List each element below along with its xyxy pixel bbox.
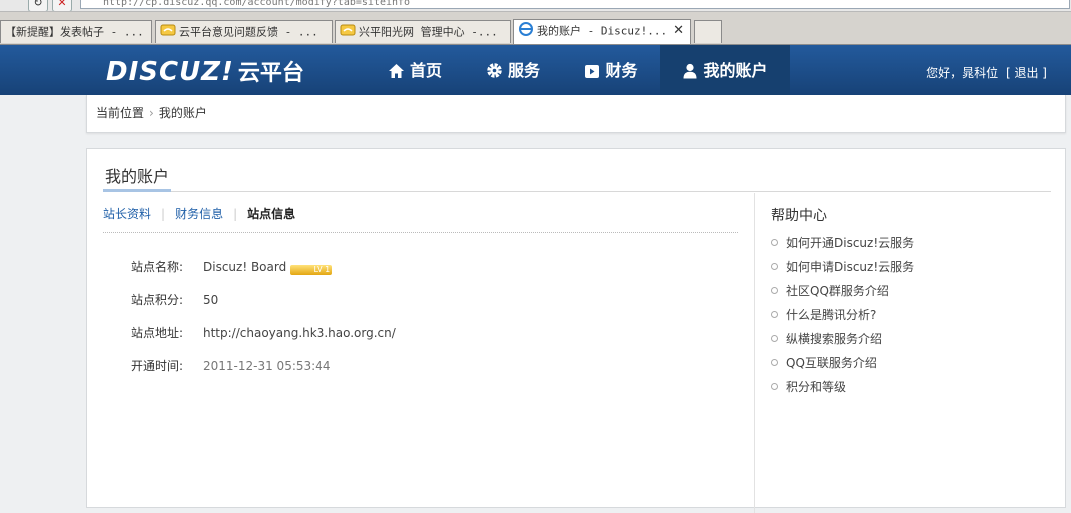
bullet-icon xyxy=(771,263,778,270)
field-label: 站点积分: xyxy=(131,293,184,307)
bullet-icon xyxy=(771,359,778,366)
nav-label: 服务 xyxy=(507,61,540,80)
help-item[interactable]: QQ互联服务介绍 xyxy=(771,351,914,375)
field-value: Discuz! Board xyxy=(203,260,287,274)
bullet-icon xyxy=(771,311,778,318)
nav-label: 首页 xyxy=(409,61,442,80)
help-item-label: QQ互联服务介绍 xyxy=(786,356,877,370)
help-item-label: 如何开通Discuz!云服务 xyxy=(786,236,915,250)
bullet-icon xyxy=(771,239,778,246)
help-item[interactable]: 社区QQ群服务介绍 xyxy=(771,279,914,303)
home-icon xyxy=(388,64,404,78)
field-site-name: 站点名称: Discuz! Board LV 1 xyxy=(131,258,333,275)
browser-tab-2[interactable]: 云平台意见问题反馈 - ... xyxy=(155,20,333,43)
new-tab-button[interactable] xyxy=(694,20,722,43)
favicon-icon xyxy=(340,22,356,44)
address-bar-area: ↻ ✕ http://cp.discuz.qq.com/account/modi… xyxy=(0,0,1071,12)
greeting-text: 您好，晁科位 xyxy=(926,66,999,80)
site-header: DISCUZ! 云平台 首页 服务 财务 我的账户 您好，晁科位 [ 退出 ] xyxy=(0,45,1071,95)
help-title: 帮助中心 xyxy=(771,208,827,224)
help-item-label: 纵横搜索服务介绍 xyxy=(786,332,883,346)
logo-cn: 云平台 xyxy=(237,61,304,86)
site-logo[interactable]: DISCUZ! 云平台 xyxy=(106,55,304,87)
browser-tab-strip: 【新提醒】发表帖子 - ... 云平台意见问题反馈 - ... 兴平阳光网 管理… xyxy=(0,12,1071,45)
favicon-icon xyxy=(160,22,176,44)
bullet-icon xyxy=(771,383,778,390)
logo-text: DISCUZ! xyxy=(106,57,234,87)
subtab-profile[interactable]: 站长资料 xyxy=(103,207,151,221)
field-open-time: 开通时间: 2011-12-31 05:53:44 xyxy=(131,357,330,374)
browser-tab-label: 云平台意见问题反馈 - ... xyxy=(179,25,318,39)
field-label: 开通时间: xyxy=(131,359,184,373)
help-item[interactable]: 积分和等级 xyxy=(771,375,914,399)
nav-label: 财务 xyxy=(605,61,638,80)
account-subtabs: 站长资料 | 财务信息 | 站点信息 xyxy=(103,205,295,222)
field-site-url: 站点地址: http://chaoyang.hk3.hao.org.cn/ xyxy=(131,324,396,341)
browser-tab-label: 【新提醒】发表帖子 - ... xyxy=(5,25,144,39)
refresh-icon[interactable]: ↻ xyxy=(28,0,48,11)
nav-services[interactable]: 服务 xyxy=(464,45,562,95)
gear-icon xyxy=(487,63,502,78)
main-panel: 我的账户 站长资料 | 财务信息 | 站点信息 站点名称: Discuz! Board LV… xyxy=(86,148,1066,513)
help-item[interactable]: 如何开通Discuz!云服务 xyxy=(771,231,914,255)
level-badge: LV 1 xyxy=(290,265,333,275)
page-title: 我的账户 xyxy=(105,167,170,186)
breadcrumb-separator: › xyxy=(149,106,154,120)
nav-home[interactable]: 首页 xyxy=(366,45,464,95)
subtab-finance[interactable]: 财务信息 xyxy=(175,207,223,221)
content-divider xyxy=(103,232,738,233)
browser-tab-3[interactable]: 兴平阳光网 管理中心 -... xyxy=(335,20,511,43)
logout-link[interactable]: [ 退出 ] xyxy=(1006,66,1047,80)
title-divider xyxy=(103,191,1051,192)
subtab-site-info[interactable]: 站点信息 xyxy=(247,207,295,221)
field-site-credits: 站点积分: 50 xyxy=(131,291,218,308)
help-item-label: 什么是腾讯分析? xyxy=(786,308,877,322)
subtab-divider: | xyxy=(233,207,238,221)
help-item[interactable]: 纵横搜索服务介绍 xyxy=(771,327,914,351)
breadcrumb: 当前位置 › 我的账户 xyxy=(86,95,1066,133)
browser-tab-1[interactable]: 【新提醒】发表帖子 - ... xyxy=(0,20,152,43)
ie-icon xyxy=(518,21,534,43)
field-label: 站点名称: xyxy=(131,260,184,274)
browser-tab-label: 兴平阳光网 管理中心 -... xyxy=(359,25,498,39)
help-item-label: 社区QQ群服务介绍 xyxy=(786,284,889,298)
field-value: http://chaoyang.hk3.hao.org.cn/ xyxy=(203,326,396,340)
bullet-icon xyxy=(771,287,778,294)
sidebar-divider xyxy=(754,193,755,513)
title-underline xyxy=(103,189,171,192)
user-greeting: 您好，晁科位 [ 退出 ] xyxy=(926,45,1047,101)
close-tab-icon[interactable]: ✕ xyxy=(673,20,684,42)
breadcrumb-label: 当前位置 xyxy=(96,106,145,120)
user-icon xyxy=(683,63,697,79)
help-item-label: 积分和等级 xyxy=(786,380,847,394)
wallet-icon xyxy=(585,65,600,78)
help-item-label: 如何申请Discuz!云服务 xyxy=(786,260,915,274)
field-label: 站点地址: xyxy=(131,326,184,340)
url-input[interactable]: http://cp.discuz.qq.com/account/modify?t… xyxy=(80,0,1070,9)
field-value: 50 xyxy=(203,293,219,307)
nav-label: 我的账户 xyxy=(703,61,768,80)
help-center: 帮助中心 如何开通Discuz!云服务 如何申请Discuz!云服务 社区QQ群… xyxy=(771,205,914,399)
subtab-divider: | xyxy=(161,207,166,221)
help-list: 如何开通Discuz!云服务 如何申请Discuz!云服务 社区QQ群服务介绍 … xyxy=(771,231,914,399)
nav-my-account[interactable]: 我的账户 xyxy=(660,45,790,95)
browser-tab-label: 我的账户 - Discuz!... xyxy=(537,24,668,38)
bullet-icon xyxy=(771,335,778,342)
browser-tab-4[interactable]: 我的账户 - Discuz!... ✕ xyxy=(513,19,691,44)
nav-finance[interactable]: 财务 xyxy=(562,45,660,95)
breadcrumb-current[interactable]: 我的账户 xyxy=(159,106,207,120)
stop-icon[interactable]: ✕ xyxy=(52,0,72,11)
field-value: 2011-12-31 05:53:44 xyxy=(203,359,331,373)
help-item[interactable]: 什么是腾讯分析? xyxy=(771,303,914,327)
help-item[interactable]: 如何申请Discuz!云服务 xyxy=(771,255,914,279)
